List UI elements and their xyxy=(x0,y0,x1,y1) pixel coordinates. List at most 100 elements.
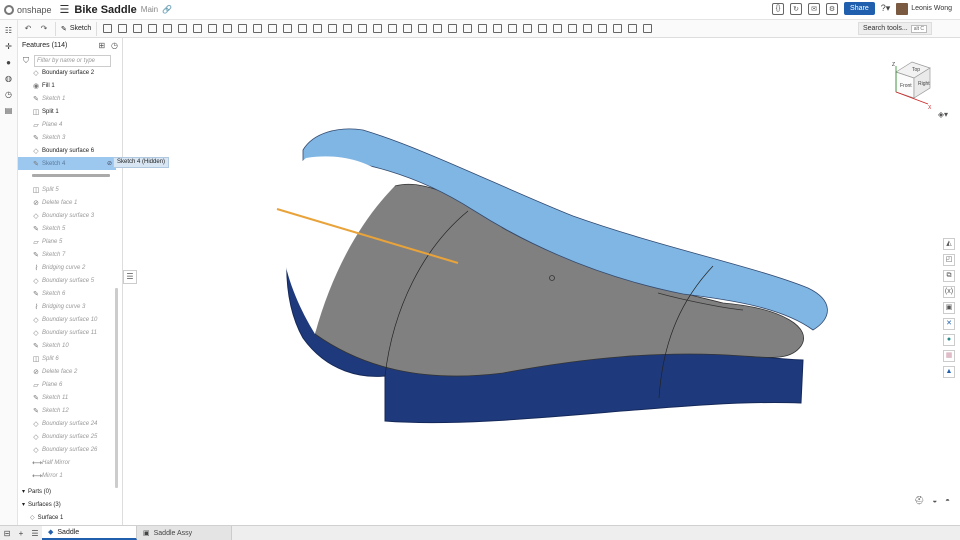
feature-item[interactable]: ◉ Fill 1 xyxy=(18,79,116,92)
feature-item[interactable]: ⟷ Mirror 1 xyxy=(18,469,116,482)
revolve-icon[interactable] xyxy=(118,24,128,33)
bridging-curve-tool-icon[interactable] xyxy=(523,24,533,33)
display-mode-icon[interactable]: ◒ xyxy=(932,496,937,505)
tab-list-icon[interactable]: ☰ xyxy=(28,529,42,538)
feature-item[interactable]: ✎ Sketch 4 ⊘ xyxy=(18,157,116,170)
feature-item[interactable]: ✎ Sketch 1 xyxy=(18,92,116,105)
offset-surface-icon[interactable] xyxy=(403,24,413,33)
rollback-bar[interactable] xyxy=(32,174,110,177)
feature-item[interactable]: ✎ Sketch 11 xyxy=(18,391,116,404)
circular-pattern-icon[interactable] xyxy=(268,24,278,33)
mate-icon[interactable]: ⧉ xyxy=(943,270,955,282)
feature-item[interactable]: ◇ Boundary surface 24 xyxy=(18,417,116,430)
feature-item[interactable]: ◇ Boundary surface 2 xyxy=(18,66,116,79)
extrude-icon[interactable] xyxy=(103,24,113,33)
feature-item[interactable]: ◇ Boundary surface 25 xyxy=(18,430,116,443)
loft-icon[interactable] xyxy=(148,24,158,33)
delete-part-icon[interactable] xyxy=(343,24,353,33)
boundary-surface-tool-icon[interactable] xyxy=(418,24,428,33)
boolean-icon[interactable] xyxy=(298,24,308,33)
sketch-button[interactable]: ✎ Sketch xyxy=(55,21,98,36)
feature-item[interactable]: ◇ Boundary surface 10 xyxy=(18,313,116,326)
render-studio-icon[interactable]: ▲ xyxy=(943,366,955,378)
user-menu[interactable]: Leonis Wong xyxy=(896,2,952,15)
surface-item[interactable]: ◇ Surface 1 xyxy=(18,511,116,524)
feature-item[interactable]: ◇ Boundary surface 26 xyxy=(18,443,116,456)
properties-icon[interactable]: ▤ xyxy=(4,106,14,116)
cube-view-icon[interactable]: ▣ xyxy=(943,302,955,314)
feature-item[interactable]: ⟷ Half Mirror xyxy=(18,456,116,469)
feature-item[interactable]: ⊘ Delete face 2 xyxy=(18,365,116,378)
help-icon[interactable]: ?▾ xyxy=(881,3,891,14)
comments-icon[interactable]: ✉ xyxy=(808,2,821,15)
ruled-surface-icon[interactable] xyxy=(463,24,473,33)
variable-icon[interactable] xyxy=(583,24,593,33)
render-icon[interactable] xyxy=(628,24,638,33)
appearance-icon[interactable]: ◍ xyxy=(4,74,14,84)
feature-item[interactable]: ✎ Sketch 10 xyxy=(18,339,116,352)
zebra-icon[interactable]: ● xyxy=(943,334,955,346)
undo-icon[interactable]: ↶ xyxy=(23,24,33,34)
sheet-metal-icon[interactable] xyxy=(553,24,563,33)
feature-item[interactable]: ◇ Boundary surface 6 xyxy=(18,144,116,157)
feature-item[interactable]: ✎ Sketch 7 xyxy=(18,248,116,261)
feature-item[interactable]: ▱ Plane 6 xyxy=(18,378,116,391)
composite-curve-icon[interactable] xyxy=(538,24,548,33)
parts-panel-icon[interactable]: ◰ xyxy=(943,254,955,266)
hat-icon[interactable]: ⛑ xyxy=(914,496,924,505)
parts-section[interactable]: ▾ Parts (0) xyxy=(18,485,116,498)
code-icon[interactable]: {} xyxy=(772,2,785,15)
shaded-icon[interactable]: ◓ xyxy=(945,496,950,505)
linear-pattern-icon[interactable] xyxy=(253,24,263,33)
view-options-icon[interactable]: ◈▾ xyxy=(938,110,948,119)
thicken-icon[interactable] xyxy=(163,24,173,33)
feature-item[interactable]: ⌇ Bridging curve 3 xyxy=(18,300,116,313)
split-tool-icon[interactable] xyxy=(313,24,323,33)
add-folder-icon[interactable]: ⊞ xyxy=(98,41,105,50)
settings-icon[interactable]: ⚙ xyxy=(826,2,839,15)
rollback-timer-icon[interactable]: ◷ xyxy=(111,41,118,50)
insert-icon[interactable]: ⊟ xyxy=(0,529,14,538)
hole-icon[interactable] xyxy=(238,24,248,33)
view-cube[interactable]: Top Front Right Z X xyxy=(882,54,940,114)
link-icon[interactable]: 🔗 xyxy=(162,5,172,14)
graphics-viewport[interactable]: Top Front Right Z X ◈▾ ◭ ◰ ⧉ (x) ▣ ✕ ● ▦… xyxy=(123,38,960,525)
share-button[interactable]: Share xyxy=(844,2,875,15)
tab-saddle[interactable]: ◆ Saddle xyxy=(42,526,137,540)
variables-icon[interactable]: (x) xyxy=(943,286,955,298)
feature-item[interactable]: ◇ Boundary surface 5 xyxy=(18,274,116,287)
onshape-logo[interactable]: onshape xyxy=(4,4,52,15)
surfaces-section[interactable]: ▾ Surfaces (3) xyxy=(18,498,116,511)
feature-item[interactable]: ◫ Split 1 xyxy=(18,105,116,118)
sweep-icon[interactable] xyxy=(133,24,143,33)
menu-icon[interactable]: ☰ xyxy=(60,3,70,16)
feature-item[interactable]: ◫ Split 6 xyxy=(18,352,116,365)
feature-list-scrollbar[interactable] xyxy=(115,288,118,488)
draft-icon[interactable] xyxy=(208,24,218,33)
plane-tool-icon[interactable] xyxy=(478,24,488,33)
replace-face-icon[interactable] xyxy=(388,24,398,33)
filter-icon[interactable]: ⛉ xyxy=(23,56,29,66)
feature-item[interactable]: ▱ Plane 5 xyxy=(18,235,116,248)
curvature-icon[interactable]: ✕ xyxy=(943,318,955,330)
feature-item[interactable]: ◇ Boundary surface 11 xyxy=(18,326,116,339)
custom-feature-icon[interactable] xyxy=(643,24,653,33)
section-view-icon[interactable] xyxy=(613,24,623,33)
fill-tool-icon[interactable] xyxy=(433,24,443,33)
transform-icon[interactable] xyxy=(328,24,338,33)
helix-icon[interactable] xyxy=(493,24,503,33)
fillet-icon[interactable] xyxy=(178,24,188,33)
tab-saddle-assy[interactable]: ▣ Saddle Assy xyxy=(137,526,232,540)
feature-item[interactable]: ▱ Plane 4 xyxy=(18,118,116,131)
add-tab-icon[interactable]: + xyxy=(14,529,28,538)
feature-item[interactable]: ✎ Sketch 5 xyxy=(18,222,116,235)
feature-item[interactable]: ◇ Boundary surface 3 xyxy=(18,209,116,222)
chamfer-icon[interactable] xyxy=(193,24,203,33)
move-face-icon[interactable] xyxy=(373,24,383,33)
branch-label[interactable]: Main xyxy=(141,5,158,14)
versions-icon[interactable]: ↻ xyxy=(790,2,803,15)
saddle-model-svg[interactable] xyxy=(123,38,960,525)
comment-icon[interactable]: ● xyxy=(4,58,14,68)
redo-icon[interactable]: ↷ xyxy=(39,24,49,34)
feature-item[interactable]: ⌇ Bridging curve 2 xyxy=(18,261,116,274)
